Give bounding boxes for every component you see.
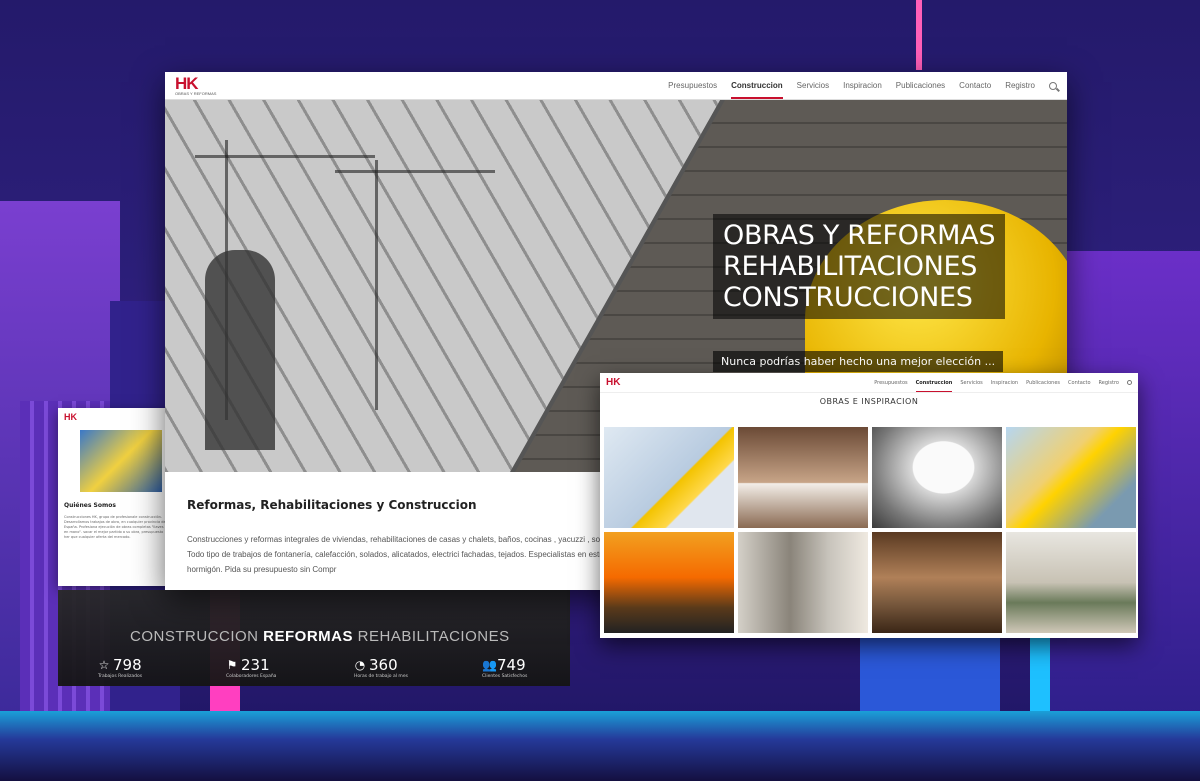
gallery-image-sunset-crane[interactable] bbox=[604, 532, 734, 633]
nav-construccion[interactable]: Construccion bbox=[731, 72, 783, 99]
nav-publicaciones[interactable]: Publicaciones bbox=[1026, 373, 1060, 392]
gallery-image-arch[interactable] bbox=[872, 427, 1002, 528]
crane bbox=[195, 155, 375, 158]
hero-subtitle: Nunca podrías haber hecho una mejor elec… bbox=[713, 351, 1004, 372]
stat-label: Clientes Satisfechos bbox=[482, 674, 528, 679]
gauge-icon: ◔ bbox=[354, 658, 366, 672]
nav-servicios[interactable]: Servicios bbox=[797, 72, 829, 99]
nav-contacto[interactable]: Contacto bbox=[959, 72, 991, 99]
about-page-preview: HK Quiénes Somos Construcciones HK, grup… bbox=[58, 408, 173, 586]
nav-presupuestos[interactable]: Presupuestos bbox=[874, 373, 907, 392]
top-navbar: HK Presupuestos Construccion Servicios I… bbox=[600, 373, 1138, 393]
banner-title-bold: REFORMAS bbox=[263, 628, 354, 645]
stat-clients: 👥 749 Clientes Satisfechos bbox=[482, 656, 527, 679]
stats-banner: CONSTRUCCION REFORMAS REHABILITACIONES ☆… bbox=[58, 590, 570, 686]
gallery-image-workers[interactable] bbox=[1006, 427, 1136, 528]
about-text: Construcciones HK, grupo de profesionale… bbox=[64, 515, 166, 539]
banner-title-part: REHABILITACIONES bbox=[353, 628, 510, 645]
stat-label: Colaboradores España bbox=[226, 674, 277, 679]
inspiration-window: HK Presupuestos Construccion Servicios I… bbox=[600, 373, 1138, 638]
users-icon: 👥 bbox=[482, 658, 497, 672]
ground-reflection bbox=[0, 711, 1200, 781]
stat-hours: ◔ 360 Horas de trabajo al mes bbox=[354, 656, 408, 679]
stat-value: 360 bbox=[369, 656, 398, 674]
nav-publicaciones[interactable]: Publicaciones bbox=[896, 72, 945, 99]
stat-label: Horas de trabajo al mes bbox=[354, 674, 408, 679]
flag-icon: ⚑ bbox=[226, 658, 238, 672]
worker-figure bbox=[205, 250, 275, 450]
star-icon: ☆ bbox=[98, 658, 110, 672]
nav-servicios[interactable]: Servicios bbox=[960, 373, 982, 392]
hero-line-3: CONSTRUCCIONES bbox=[723, 282, 973, 313]
hero-headline: OBRAS Y REFORMAS REHABILITACIONES CONSTR… bbox=[713, 214, 1006, 319]
stat-value: 749 bbox=[497, 656, 526, 674]
search-icon[interactable] bbox=[1127, 380, 1132, 385]
hero-line-1: OBRAS Y REFORMAS bbox=[723, 220, 996, 251]
nav-inspiracion[interactable]: Inspiracion bbox=[843, 72, 882, 99]
stat-value: 798 bbox=[113, 656, 142, 674]
nav-menu: Presupuestos Construccion Servicios Insp… bbox=[874, 373, 1132, 392]
hero-line-2: REHABILITACIONES bbox=[723, 251, 978, 282]
gallery-image-blueprints[interactable] bbox=[604, 427, 734, 528]
nav-contacto[interactable]: Contacto bbox=[1068, 373, 1091, 392]
team-photo bbox=[80, 430, 162, 492]
banner-title-part: CONSTRUCCION bbox=[130, 628, 264, 645]
nav-construccion[interactable]: Construccion bbox=[915, 373, 952, 392]
nav-inspiracion[interactable]: Inspiracion bbox=[991, 373, 1018, 392]
gallery-image-stone-wall[interactable] bbox=[738, 532, 868, 633]
stat-jobs: ☆ 798 Trabajos Realizados bbox=[98, 656, 142, 679]
stat-collaborators: ⚑ 231 Colaboradores España bbox=[226, 656, 276, 679]
gallery-image-lounge[interactable] bbox=[1006, 532, 1136, 633]
crane bbox=[335, 170, 495, 173]
stat-label: Trabajos Realizados bbox=[98, 674, 143, 679]
nav-registro[interactable]: Registro bbox=[1099, 373, 1119, 392]
gallery-image-wood-interior[interactable] bbox=[872, 532, 1002, 633]
about-heading: Quiénes Somos bbox=[64, 502, 116, 509]
gallery-image-living-room[interactable] bbox=[738, 427, 868, 528]
hk-logo[interactable]: HK OBRAS Y REFORMAS bbox=[175, 75, 216, 96]
hk-logo[interactable]: HK bbox=[64, 412, 167, 422]
antenna-light bbox=[916, 0, 922, 70]
crane bbox=[375, 160, 378, 410]
hk-logo[interactable]: HK bbox=[606, 377, 620, 388]
nav-registro[interactable]: Registro bbox=[1005, 72, 1035, 99]
banner-title: CONSTRUCCION REFORMAS REHABILITACIONES bbox=[130, 628, 510, 645]
top-navbar: HK OBRAS Y REFORMAS Presupuestos Construc… bbox=[165, 72, 1067, 100]
search-icon[interactable] bbox=[1049, 81, 1057, 90]
gallery-grid bbox=[604, 427, 1136, 633]
gallery-title: OBRAS E INSPIRACION bbox=[819, 397, 919, 406]
nav-menu: Presupuestos Construccion Servicios Insp… bbox=[668, 72, 1057, 99]
nav-presupuestos[interactable]: Presupuestos bbox=[668, 72, 717, 99]
stat-value: 231 bbox=[241, 656, 270, 674]
